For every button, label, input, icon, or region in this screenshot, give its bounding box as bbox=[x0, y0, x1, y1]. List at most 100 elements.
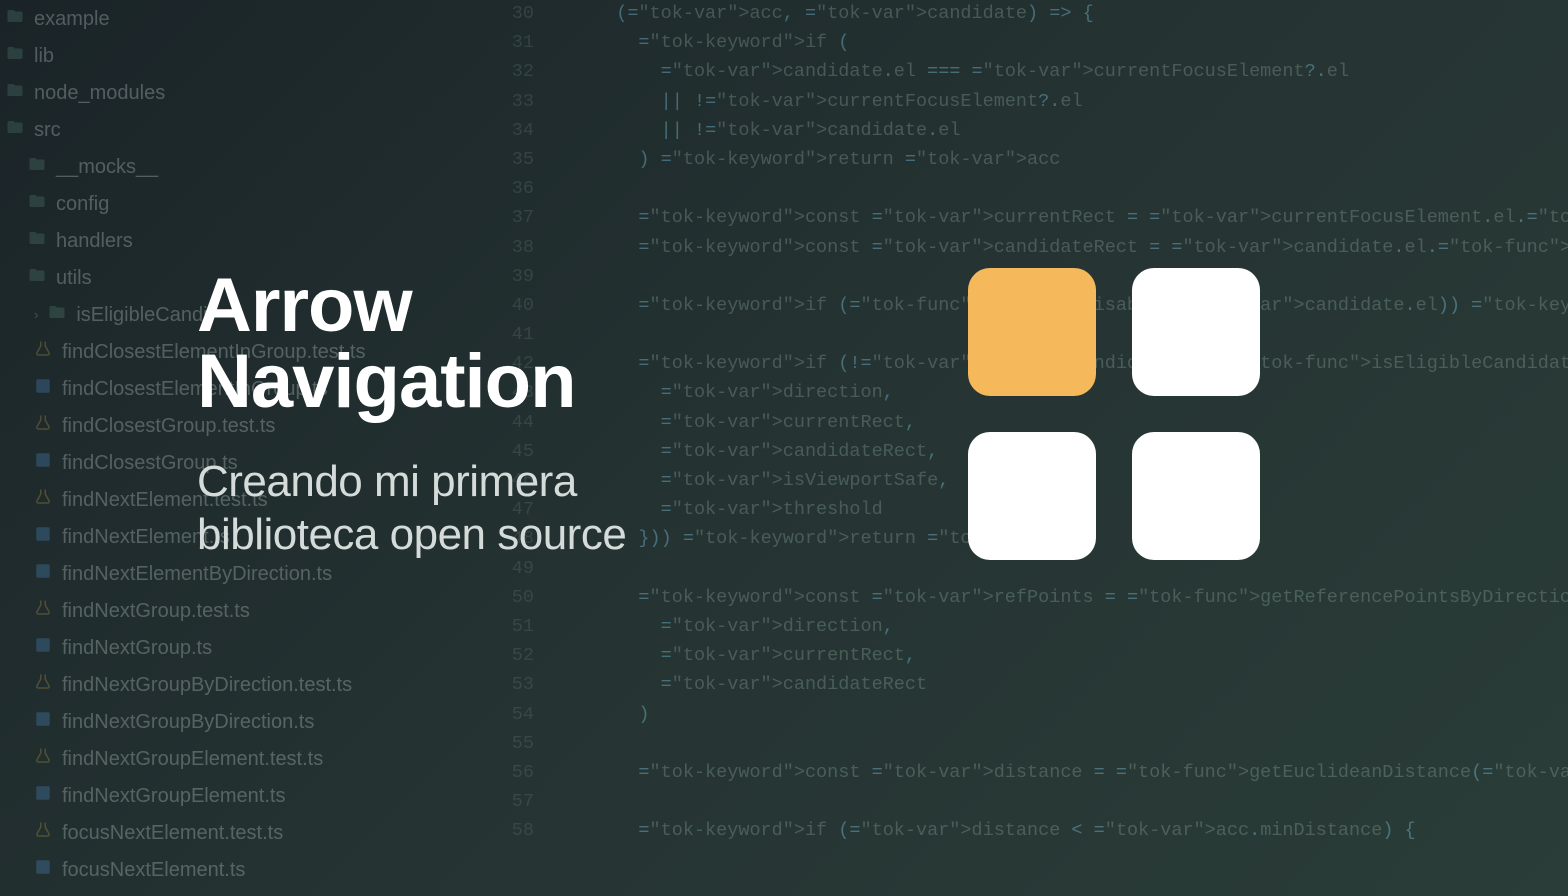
file-item-findnextgroupbydirection-ts[interactable]: findNextGroupByDirection.ts bbox=[6, 703, 480, 740]
hero-title-line1: Arrow bbox=[197, 268, 626, 344]
line-number: 32 bbox=[492, 57, 534, 86]
code-line: ="tok-var">candidateRect bbox=[594, 670, 1568, 699]
ts-icon bbox=[34, 374, 52, 404]
test-icon bbox=[34, 485, 52, 515]
line-number: 52 bbox=[492, 641, 534, 670]
line-number: 51 bbox=[492, 612, 534, 641]
code-line bbox=[594, 174, 1568, 203]
code-line: ="tok-keyword">const ="tok-var">currentR… bbox=[594, 203, 1568, 232]
code-line: ="tok-keyword">const ="tok-var">candidat… bbox=[594, 233, 1568, 262]
code-line bbox=[594, 729, 1568, 758]
hero-title-line2: Navigation bbox=[197, 344, 626, 420]
file-label: focusNextElement.test.ts bbox=[62, 818, 283, 848]
ts-icon bbox=[34, 855, 52, 885]
folder-icon bbox=[6, 115, 24, 145]
chevron-right-icon: › bbox=[34, 300, 38, 330]
line-number: 33 bbox=[492, 87, 534, 116]
line-number: 38 bbox=[492, 233, 534, 262]
file-item-findnextgroup-test-ts[interactable]: findNextGroup.test.ts bbox=[6, 592, 480, 629]
grid-logo bbox=[968, 268, 1260, 560]
folder-icon bbox=[28, 263, 46, 293]
line-number: 36 bbox=[492, 174, 534, 203]
file-label: findNextGroupByDirection.ts bbox=[62, 707, 314, 737]
file-label: findNextElementByDirection.ts bbox=[62, 559, 332, 589]
ts-icon bbox=[34, 559, 52, 589]
file-label: findNextGroupElement.test.ts bbox=[62, 744, 323, 774]
code-line: ="tok-var">currentRect, bbox=[594, 641, 1568, 670]
test-icon bbox=[34, 670, 52, 700]
code-line: ="tok-keyword">const ="tok-var">refPoint… bbox=[594, 583, 1568, 612]
line-number: 31 bbox=[492, 28, 534, 57]
logo-square bbox=[1132, 268, 1260, 396]
folder-icon bbox=[6, 4, 24, 34]
hero-subtitle: Creando mi primera biblioteca open sourc… bbox=[197, 456, 626, 562]
file-label: findNextGroupElement.ts bbox=[62, 781, 285, 811]
code-line: ="tok-keyword">if ( bbox=[594, 28, 1568, 57]
file-item-config[interactable]: config bbox=[6, 185, 480, 222]
folder-icon bbox=[28, 152, 46, 182]
file-item-findnextgroupelement-ts[interactable]: findNextGroupElement.ts bbox=[6, 777, 480, 814]
hero-title: Arrow Navigation bbox=[197, 268, 626, 420]
file-label: lib bbox=[34, 41, 54, 71]
hero-subtitle-line2: biblioteca open source bbox=[197, 509, 626, 562]
file-label: __mocks__ bbox=[56, 152, 158, 182]
folder-icon bbox=[6, 41, 24, 71]
logo-square bbox=[1132, 432, 1260, 560]
file-item-lib[interactable]: lib bbox=[6, 37, 480, 74]
line-number: 55 bbox=[492, 729, 534, 758]
hero-subtitle-line1: Creando mi primera bbox=[197, 456, 626, 509]
file-label: utils bbox=[56, 263, 92, 293]
file-label: findNextGroup.ts bbox=[62, 633, 212, 663]
line-number: 50 bbox=[492, 583, 534, 612]
folder-icon bbox=[28, 226, 46, 256]
code-line: ="tok-var">candidate.el === ="tok-var">c… bbox=[594, 57, 1568, 86]
file-label: findNextGroup.test.ts bbox=[62, 596, 250, 626]
file-label: findNextGroupByDirection.test.ts bbox=[62, 670, 352, 700]
line-number: 35 bbox=[492, 145, 534, 174]
file-item-example[interactable]: example bbox=[6, 0, 480, 37]
hero-overlay: Arrow Navigation Creando mi primera bibl… bbox=[197, 268, 626, 562]
test-icon bbox=[34, 744, 52, 774]
ts-icon bbox=[34, 707, 52, 737]
file-label: node_modules bbox=[34, 78, 165, 108]
ts-icon bbox=[34, 633, 52, 663]
line-number: 37 bbox=[492, 203, 534, 232]
folder-icon bbox=[6, 78, 24, 108]
line-number: 30 bbox=[492, 0, 534, 28]
line-number: 56 bbox=[492, 758, 534, 787]
file-label: focusNextElement.ts bbox=[62, 855, 245, 885]
file-label: handlers bbox=[56, 226, 133, 256]
test-icon bbox=[34, 818, 52, 848]
file-label: src bbox=[34, 115, 61, 145]
code-line: ) ="tok-keyword">return ="tok-var">acc bbox=[594, 145, 1568, 174]
code-line: ="tok-keyword">const ="tok-var">distance… bbox=[594, 758, 1568, 787]
line-number: 34 bbox=[492, 116, 534, 145]
file-item-src[interactable]: src bbox=[6, 111, 480, 148]
file-label: example bbox=[34, 4, 110, 34]
logo-square bbox=[968, 432, 1096, 560]
file-item-focusnextelement-ts[interactable]: focusNextElement.ts bbox=[6, 851, 480, 888]
ts-icon bbox=[34, 448, 52, 478]
file-item-focusnextelement-test-ts[interactable]: focusNextElement.test.ts bbox=[6, 814, 480, 851]
test-icon bbox=[34, 337, 52, 367]
line-number: 53 bbox=[492, 670, 534, 699]
ts-icon bbox=[34, 522, 52, 552]
folder-icon bbox=[28, 189, 46, 219]
file-label: config bbox=[56, 189, 109, 219]
file-item-findnextgroupelement-test-ts[interactable]: findNextGroupElement.test.ts bbox=[6, 740, 480, 777]
code-line: ="tok-keyword">if (="tok-var">distance <… bbox=[594, 816, 1568, 845]
ts-icon bbox=[34, 781, 52, 811]
line-number: 58 bbox=[492, 816, 534, 845]
file-item-node-modules[interactable]: node_modules bbox=[6, 74, 480, 111]
code-line: (="tok-var">acc, ="tok-var">candidate) =… bbox=[594, 0, 1568, 28]
folder-icon bbox=[48, 300, 66, 330]
file-item-handlers[interactable]: handlers bbox=[6, 222, 480, 259]
file-item-findnextgroup-ts[interactable]: findNextGroup.ts bbox=[6, 629, 480, 666]
code-line bbox=[594, 787, 1568, 816]
logo-square-active bbox=[968, 268, 1096, 396]
line-number: 54 bbox=[492, 700, 534, 729]
file-item-findnextgroupbydirection-test-ts[interactable]: findNextGroupByDirection.test.ts bbox=[6, 666, 480, 703]
file-item---mocks--[interactable]: __mocks__ bbox=[6, 148, 480, 185]
code-line: ) bbox=[594, 700, 1568, 729]
line-number: 57 bbox=[492, 787, 534, 816]
